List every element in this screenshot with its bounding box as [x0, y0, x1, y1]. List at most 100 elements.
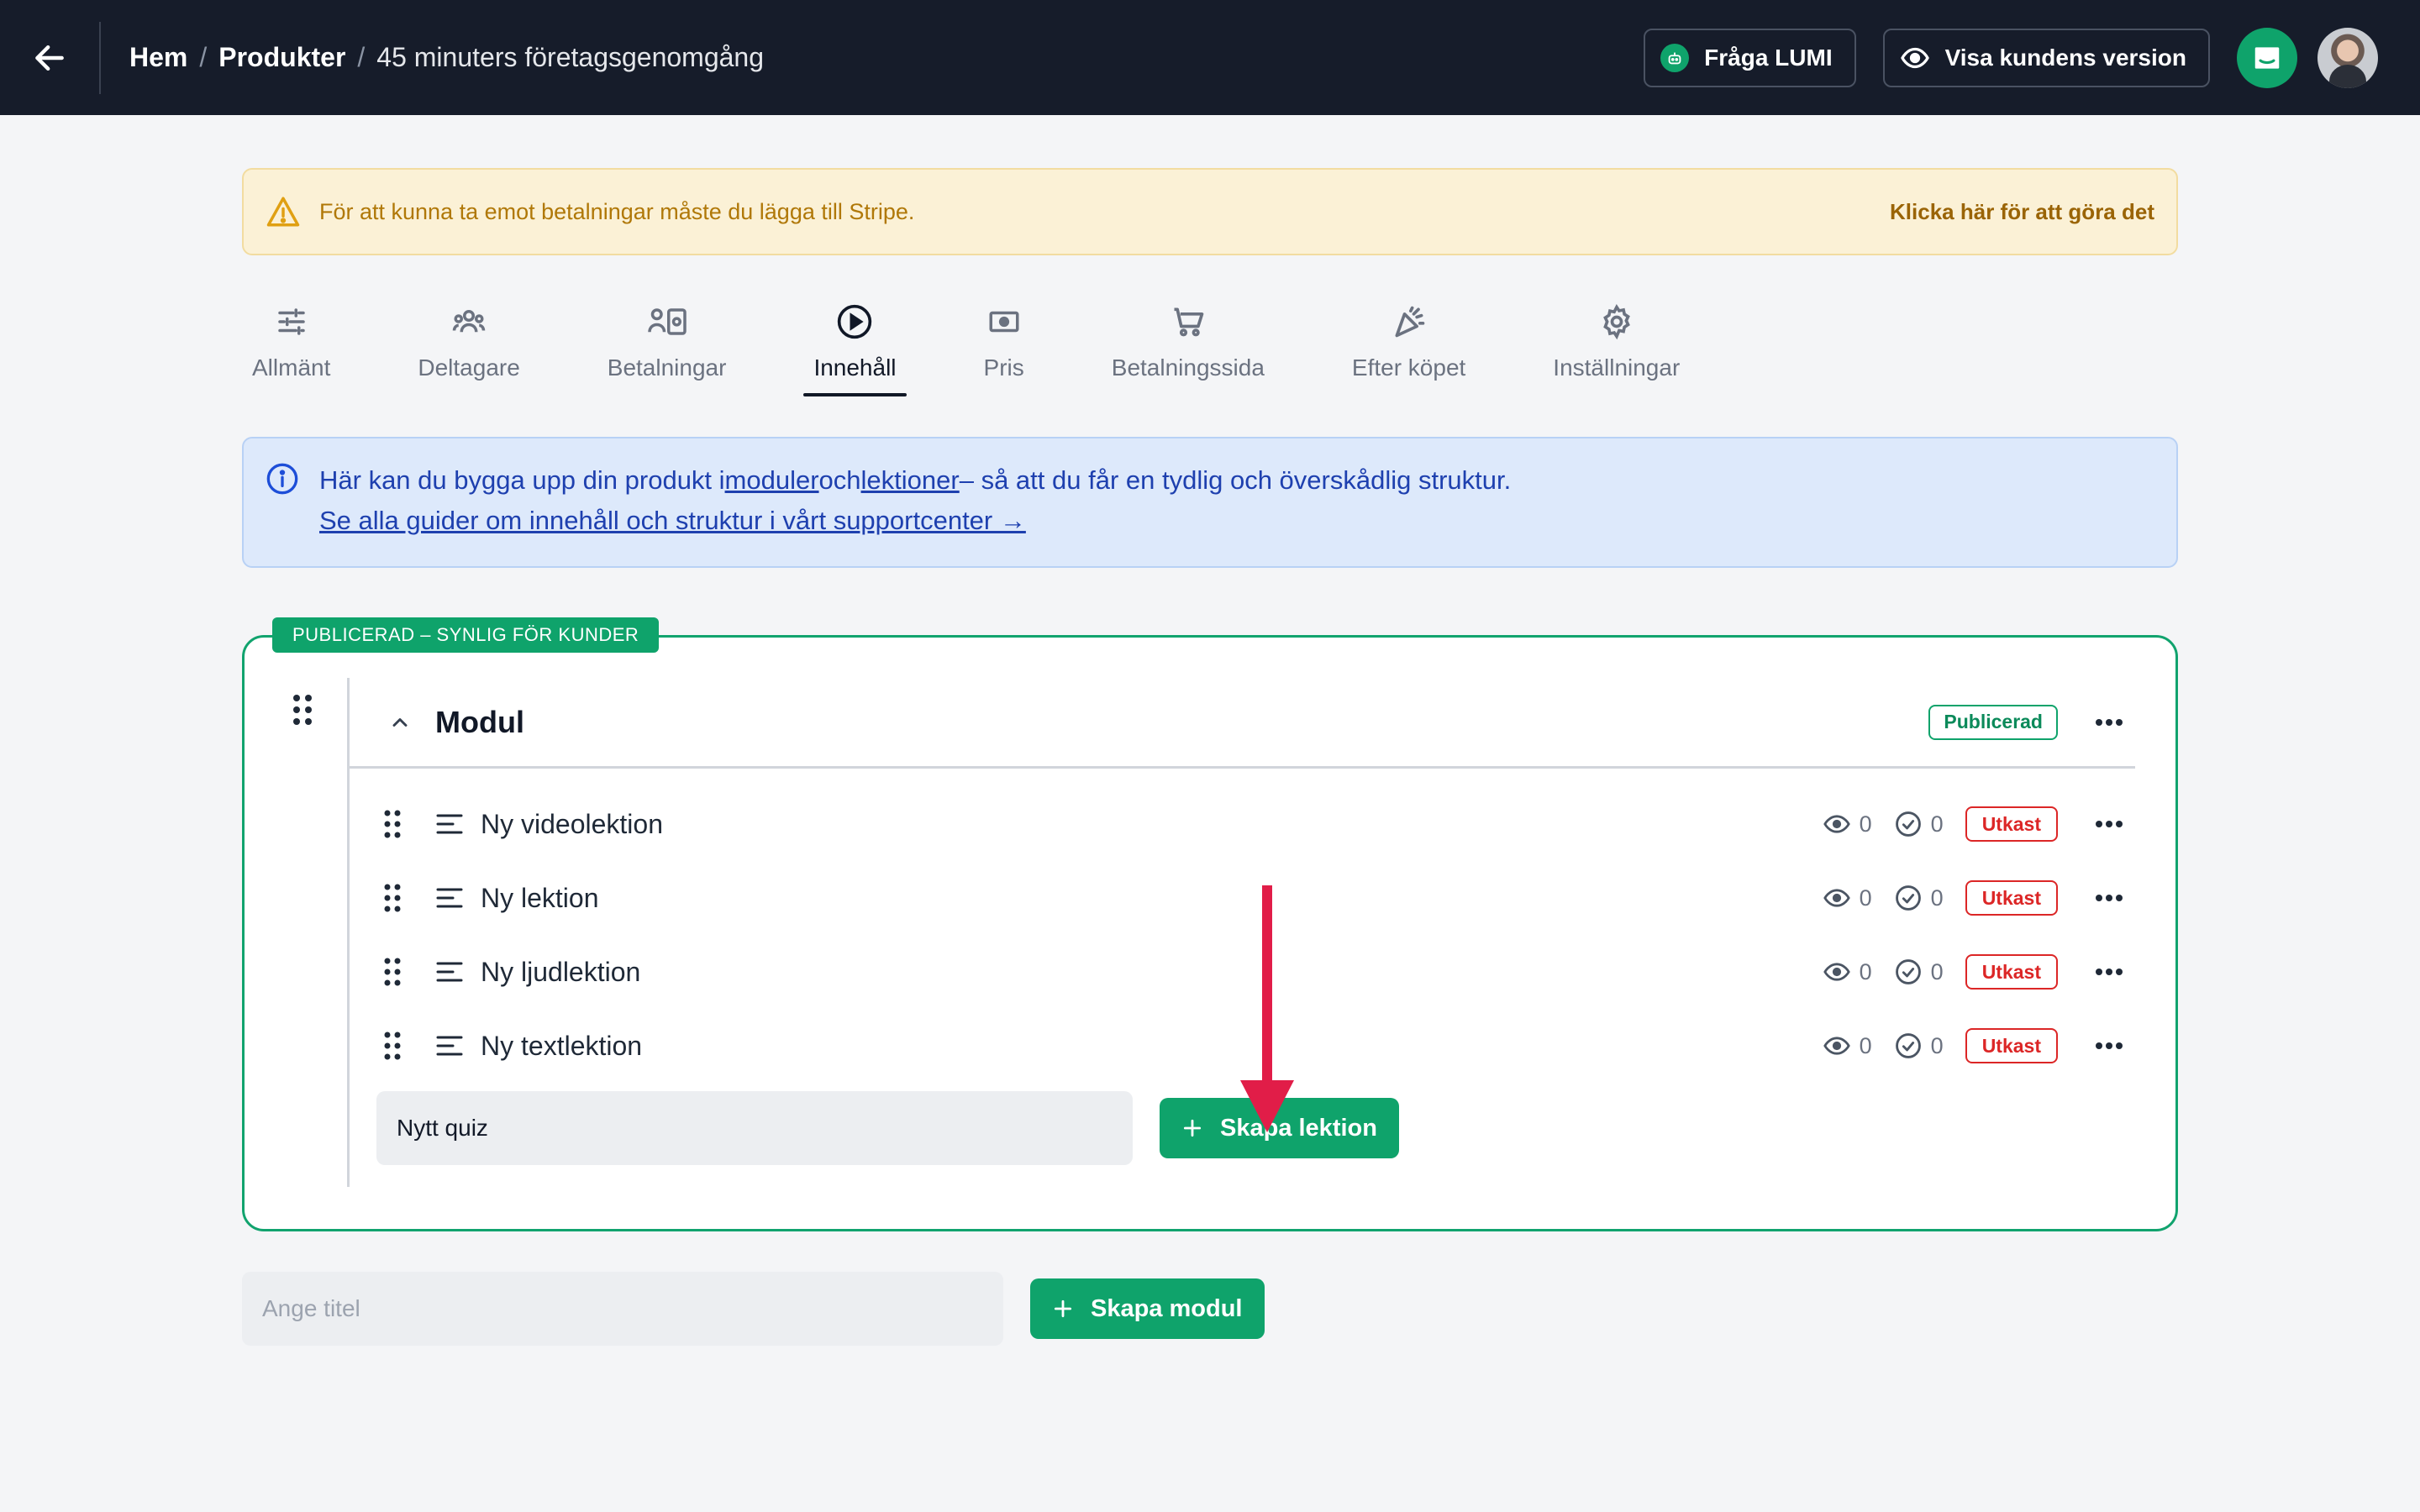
tab-price[interactable]: Pris	[974, 294, 1034, 403]
completions-count: 0	[1930, 811, 1944, 837]
completions-count: 0	[1930, 885, 1944, 911]
tab-content[interactable]: Innehåll	[803, 294, 907, 403]
modules-link[interactable]: moduler	[725, 465, 819, 495]
tab-after-purchase[interactable]: Efter köpet	[1342, 294, 1476, 403]
check-circle-icon	[1895, 1033, 1921, 1058]
plus-icon	[1052, 1298, 1074, 1320]
check-circle-icon	[1895, 885, 1921, 911]
cart-icon	[1170, 294, 1207, 349]
drag-handle-icon[interactable]	[383, 957, 402, 987]
lesson-title: Ny ljudlektion	[481, 956, 641, 987]
support-center-link[interactable]: Se alla guider om innehåll och struktur …	[319, 506, 1026, 535]
lesson-stats: 0 0 Utkast	[1823, 1028, 2135, 1063]
info-text-post: – så att du får en tydlig och överskådli…	[959, 465, 1512, 495]
banknote-icon	[986, 294, 1022, 349]
text-lines-icon	[435, 960, 464, 984]
warning-text: För att kunna ta emot betalningar måste …	[319, 198, 915, 224]
drag-handle-icon[interactable]	[383, 1031, 402, 1061]
eye-icon	[1823, 815, 1850, 833]
back-button[interactable]	[0, 21, 101, 94]
views-count: 0	[1859, 811, 1872, 837]
draft-badge: Utkast	[1965, 806, 2058, 842]
customer-view-button[interactable]: Visa kundens version	[1882, 28, 2210, 87]
module-drag-handle[interactable]	[292, 693, 313, 731]
create-module-button[interactable]: Skapa modul	[1030, 1278, 1265, 1339]
tab-label: Allmänt	[252, 354, 331, 381]
tab-settings[interactable]: Inställningar	[1543, 294, 1690, 403]
check-circle-icon	[1895, 959, 1921, 984]
ask-lumi-label: Fråga LUMI	[1704, 44, 1833, 71]
robot-icon	[1660, 43, 1690, 72]
lesson-title: Ny textlektion	[481, 1030, 643, 1061]
drag-handle-icon[interactable]	[383, 809, 402, 839]
lesson-stats: 0 0 Utkast	[1823, 954, 2135, 990]
eye-icon	[1823, 963, 1850, 981]
eye-icon	[1900, 43, 1930, 73]
lesson-title: Ny lektion	[481, 882, 599, 913]
lesson-title-input[interactable]	[376, 1091, 1133, 1165]
tab-participants[interactable]: Deltagare	[408, 294, 529, 403]
module-status-label: PUBLICERAD – SYNLIG FÖR KUNDER	[272, 617, 660, 653]
plus-icon	[1181, 1117, 1203, 1139]
info-text-pre: Här kan du bygga upp din produkt i	[319, 465, 725, 495]
views-stat: 0	[1823, 884, 1872, 912]
breadcrumb-home[interactable]: Hem	[129, 42, 187, 73]
tab-label: Efter köpet	[1351, 354, 1466, 381]
tab-checkout-page[interactable]: Betalningssida	[1102, 294, 1275, 403]
lesson-row[interactable]: Ny videolektion 0 0 Utkast	[350, 787, 2135, 861]
breadcrumb-current: 45 minuters företagsgenomgång	[376, 42, 765, 72]
ask-lumi-button[interactable]: Fråga LUMI	[1644, 28, 1856, 87]
stripe-warning-banner: För att kunna ta emot betalningar måste …	[242, 168, 2178, 255]
more-horizontal-icon	[2096, 718, 2123, 726]
module-card: PUBLICERAD – SYNLIG FÖR KUNDER Modul Pub…	[242, 617, 2178, 1231]
breadcrumb-separator: /	[199, 42, 208, 72]
lesson-more-button[interactable]	[2078, 894, 2123, 902]
chevron-up-icon[interactable]	[388, 711, 412, 734]
check-circle-icon	[1895, 811, 1921, 837]
play-circle-icon	[836, 294, 873, 349]
lesson-stats: 0 0 Utkast	[1823, 880, 2135, 916]
completions-stat: 0	[1894, 958, 1944, 986]
lesson-more-button[interactable]	[2078, 820, 2123, 828]
breadcrumb-products[interactable]: Produkter	[218, 42, 345, 73]
completions-stat: 0	[1894, 810, 1944, 838]
top-actions: Fråga LUMI Visa kundens version	[1644, 0, 2378, 115]
tab-general[interactable]: Allmänt	[242, 294, 340, 403]
avatar[interactable]	[2317, 27, 2378, 88]
customer-view-label: Visa kundens version	[1944, 44, 2186, 71]
chat-icon	[2254, 46, 2280, 69]
completions-count: 0	[1930, 958, 1944, 984]
info-text-and: och	[818, 465, 861, 495]
drag-handle-icon[interactable]	[383, 883, 402, 913]
tab-label: Deltagare	[418, 354, 520, 381]
eye-icon	[1823, 1037, 1850, 1055]
draft-badge: Utkast	[1965, 1028, 2058, 1063]
module-title[interactable]: Modul	[435, 705, 524, 740]
chat-button[interactable]	[2237, 27, 2297, 88]
module-more-button[interactable]	[2078, 718, 2123, 727]
views-count: 0	[1859, 885, 1872, 911]
tab-payments[interactable]: Betalningar	[597, 294, 737, 403]
tab-label: Inställningar	[1553, 354, 1681, 381]
lesson-more-button[interactable]	[2078, 968, 2123, 976]
text-lines-icon	[435, 812, 464, 836]
more-horizontal-icon	[2096, 1042, 2123, 1049]
warning-icon	[266, 197, 300, 227]
more-horizontal-icon	[2096, 969, 2123, 975]
tab-label: Pris	[983, 354, 1024, 381]
lesson-title: Ny videolektion	[481, 808, 663, 839]
drag-handle-icon	[293, 695, 312, 725]
stripe-setup-link[interactable]: Klicka här för att göra det	[1890, 199, 2154, 225]
completions-stat: 0	[1894, 884, 1944, 912]
lesson-more-button[interactable]	[2078, 1042, 2123, 1050]
tab-label: Betalningar	[607, 354, 727, 381]
views-stat: 0	[1823, 1032, 1872, 1060]
create-module-label: Skapa modul	[1091, 1294, 1243, 1322]
lessons-link[interactable]: lektioner	[861, 465, 960, 495]
completions-count: 0	[1930, 1032, 1944, 1058]
content-info-banner: Här kan du bygga upp din produkt imodule…	[242, 437, 2178, 568]
completions-stat: 0	[1894, 1032, 1944, 1060]
module-published-badge: Publicerad	[1928, 704, 2058, 740]
module-title-input[interactable]	[242, 1272, 1003, 1346]
users-icon	[449, 294, 489, 349]
